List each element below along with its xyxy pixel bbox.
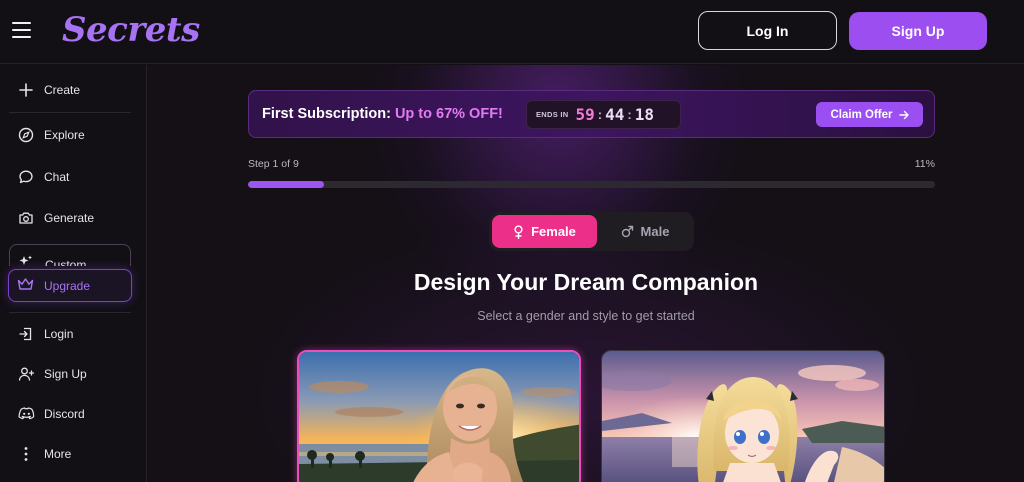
sidebar-item-label: Upgrade [44,278,91,293]
countdown-label: ENDS IN [536,110,569,119]
claim-offer-label: Claim Offer [830,108,893,121]
arrow-right-icon [898,110,909,119]
sidebar-item-generate[interactable]: Generate [9,201,131,235]
sidebar-item-chat[interactable]: Chat [9,160,131,194]
countdown-seconds: 18 [634,105,655,124]
sidebar-item-label: More [44,447,72,461]
promo-banner: First Subscription: Up to 67% OFF! ENDS … [248,90,935,138]
sidebar-item-label: Custom [45,258,87,266]
sidebar-item-create[interactable]: Create [9,73,131,107]
sidebar-item-upgrade[interactable]: Upgrade [8,269,132,302]
style-card-realistic[interactable] [297,350,581,482]
sidebar-item-label: Chat [44,170,70,184]
step-label: Step 1 of 9 [248,158,299,170]
countdown-minutes: 44 [605,105,625,124]
progress-bar [248,181,935,188]
progress-percent: 11% [914,158,935,170]
gender-female-label: Female [531,224,576,239]
sidebar-item-custom[interactable]: Custom [9,244,131,266]
sidebar-item-more[interactable]: More [9,437,131,471]
countdown-timer: ENDS IN 59 : 44 : 18 [526,100,681,129]
sidebar-item-label: Explore [44,128,85,142]
sidebar: Create Explore Chat Generate Custom Upgr… [0,65,147,482]
chat-bubble-icon [17,168,35,186]
promo-highlight: Up to 67% OFF! [394,106,503,122]
gender-option-male[interactable]: Male [599,215,691,248]
promo-lead: First Subscription: [262,106,391,122]
claim-offer-button[interactable]: Claim Offer [816,102,923,127]
sidebar-item-login[interactable]: Login [9,317,131,351]
discord-icon [17,405,35,423]
female-symbol-icon [514,224,523,239]
user-plus-icon [17,365,35,383]
camera-icon [17,209,35,227]
app-logo[interactable]: Secrets [62,10,200,50]
page-subtitle: Select a gender and style to get started [477,309,695,323]
top-bar: Secrets Log In Sign Up [0,0,1024,64]
login-button[interactable]: Log In [698,11,837,50]
sidebar-divider [9,312,131,313]
realistic-preview-image [299,352,579,482]
sidebar-item-discord[interactable]: Discord [9,397,131,431]
hamburger-menu-icon[interactable] [12,22,32,40]
plus-icon [17,81,35,99]
sidebar-divider [9,112,131,113]
gender-male-label: Male [640,224,670,239]
crown-icon [17,277,35,295]
sidebar-item-label: Create [44,83,81,97]
gender-option-female[interactable]: Female [492,215,597,248]
gender-toggle: Female Male [489,212,694,251]
page-title: Design Your Dream Companion [413,269,759,295]
sidebar-item-signup[interactable]: Sign Up [9,357,131,391]
anime-preview-image [602,351,884,482]
sidebar-item-explore[interactable]: Explore [9,118,131,152]
promo-text: First Subscription: Up to 67% OFF! [262,106,503,122]
login-icon [17,325,35,343]
more-vertical-icon [17,445,35,463]
page: Secrets Log In Sign Up Create Explore Ch… [0,0,1024,482]
progress-bar-fill [248,181,324,188]
style-card-anime[interactable] [601,350,885,482]
compass-icon [17,126,35,144]
sidebar-item-label: Discord [44,407,85,421]
sparkles-icon [18,254,36,266]
sidebar-item-label: Sign Up [44,367,87,381]
sidebar-item-label: Generate [44,211,95,225]
male-symbol-icon [621,225,633,238]
signup-button[interactable]: Sign Up [849,12,987,50]
main-content: First Subscription: Up to 67% OFF! ENDS … [148,65,1024,482]
sidebar-item-label: Login [44,327,74,341]
countdown-hours: 59 [575,105,595,124]
